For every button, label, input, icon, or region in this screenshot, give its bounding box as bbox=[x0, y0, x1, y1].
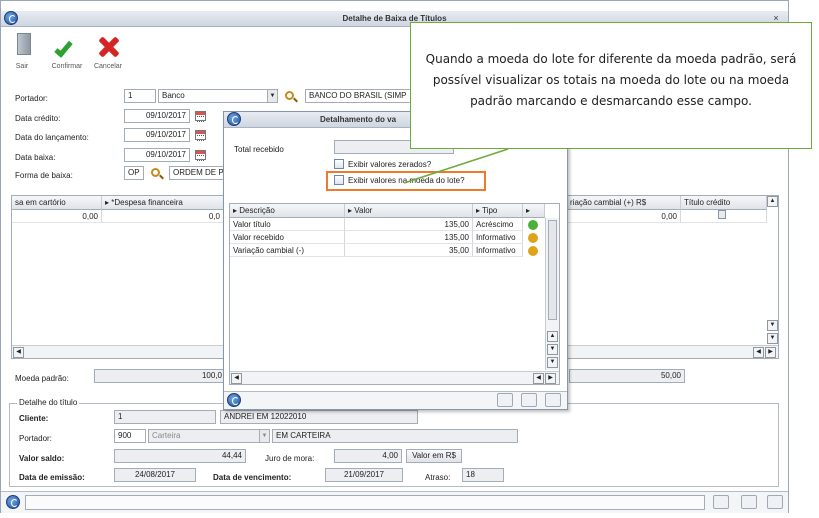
annotation-callout: Quando a moeda do lote for diferente da … bbox=[410, 22, 812, 149]
callout-text: Quando a moeda do lote for diferente da … bbox=[425, 52, 797, 108]
